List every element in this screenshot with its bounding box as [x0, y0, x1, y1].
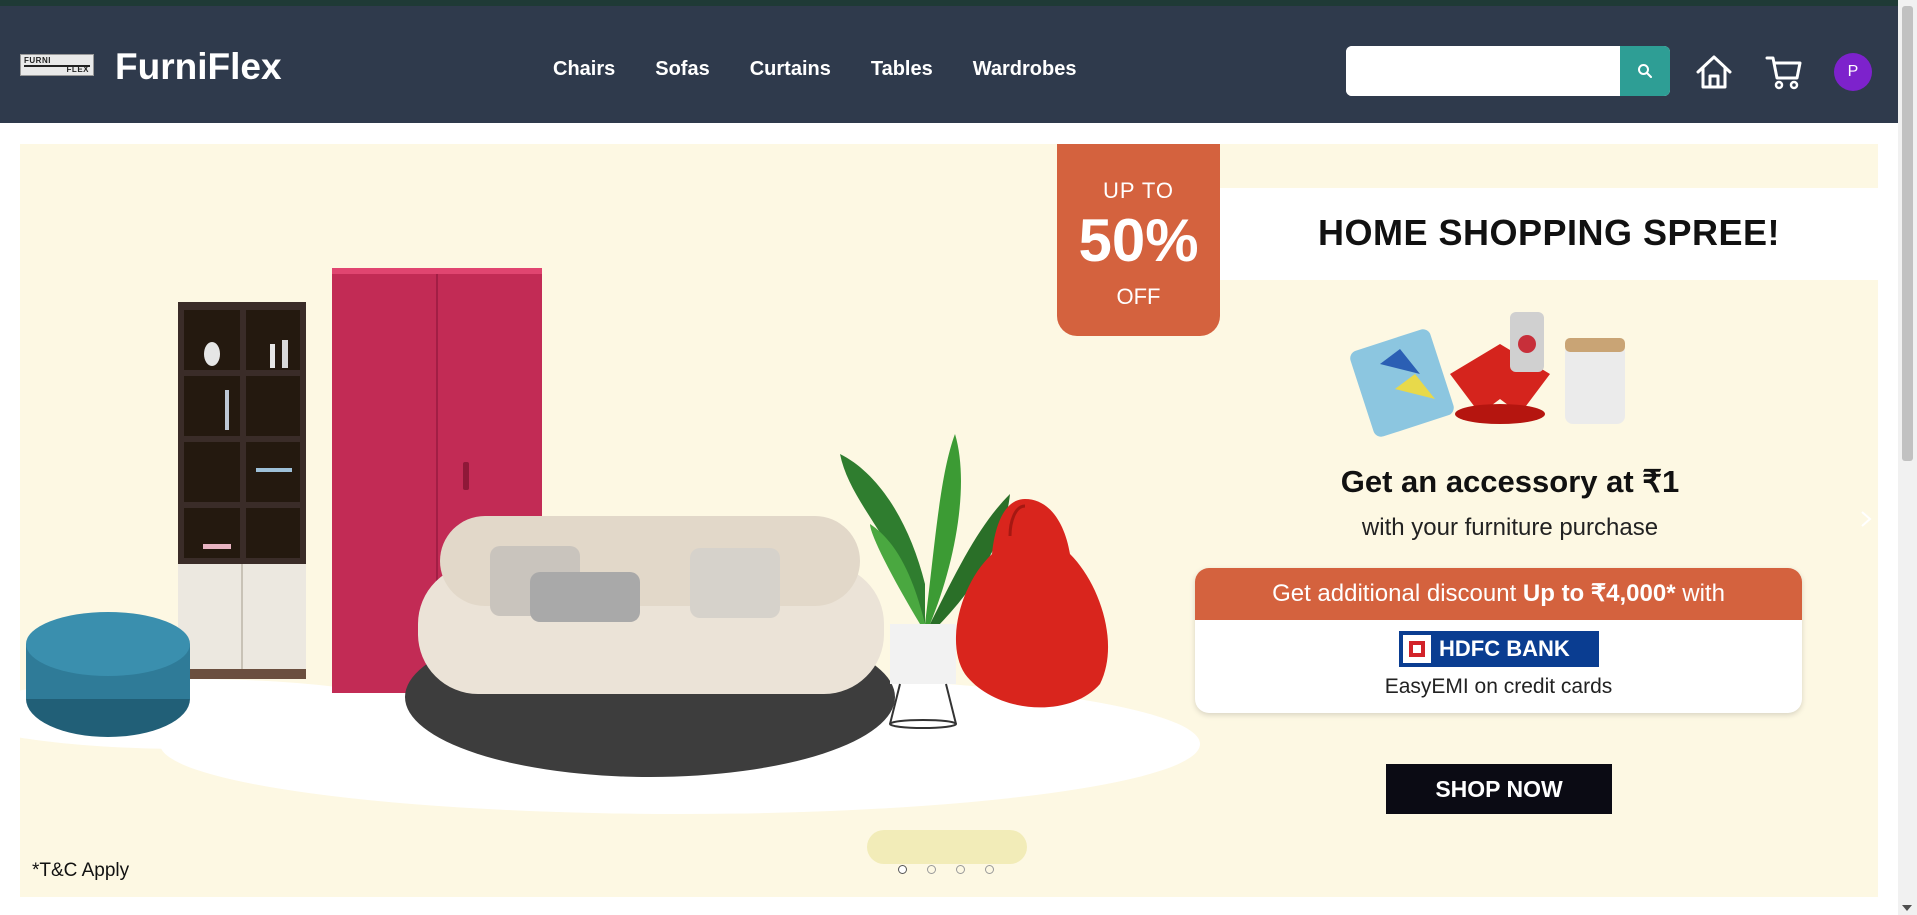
carousel-dot-2[interactable] [927, 865, 936, 874]
logo[interactable]: FURNI FLEX [20, 54, 94, 76]
carousel-dot-1[interactable] [898, 865, 907, 874]
accessory-title: Get an accessory at ₹1 [1340, 464, 1680, 499]
offer-prefix: Get additional discount [1272, 580, 1523, 607]
beanbag-illustration [955, 499, 1109, 708]
search-box [1346, 46, 1670, 96]
carousel-next-button[interactable] [1856, 504, 1876, 534]
promo-banner[interactable]: UP TO 50% OFF HOME SHOPPING SPREE! Get a… [20, 144, 1878, 897]
chevron-right-icon [1861, 511, 1872, 527]
brand-name[interactable]: FurniFlex [115, 46, 282, 88]
accessories-illustration [1350, 312, 1625, 437]
scrollbar-thumb[interactable] [1902, 6, 1913, 461]
terms-note: *T&C Apply [32, 860, 130, 881]
badge-off: OFF [1116, 284, 1161, 309]
nav-link-wardrobes[interactable]: Wardrobes [973, 58, 1077, 81]
home-button[interactable] [1694, 52, 1734, 92]
cart-button[interactable] [1764, 52, 1804, 92]
search-icon [1638, 64, 1652, 78]
page-scrollbar[interactable] [1898, 0, 1917, 915]
offer-suffix: with [1675, 580, 1725, 607]
banner-headline: HOME SHOPPING SPREE! [1317, 212, 1781, 253]
carousel-pill [867, 830, 1027, 864]
nav-link-curtains[interactable]: Curtains [750, 58, 831, 81]
carousel-dot-3[interactable] [956, 865, 965, 874]
navbar: FURNI FLEX FurniFlex Chairs Sofas Curtai… [0, 6, 1898, 123]
nav-link-tables[interactable]: Tables [871, 58, 933, 81]
badge-percent: 50% [1078, 207, 1199, 274]
bookshelf-illustration [178, 302, 306, 679]
furniture-illustration [20, 268, 1200, 814]
logo-text-bottom: FLEX [66, 65, 89, 74]
carousel-dot-4[interactable] [985, 865, 994, 874]
avatar[interactable]: P [1834, 53, 1872, 91]
search-button[interactable] [1620, 46, 1670, 96]
emi-text: EasyEMI on credit cards [1384, 675, 1613, 698]
sofa-illustration [405, 516, 895, 777]
home-icon [1696, 55, 1732, 89]
category-nav: Chairs Sofas Curtains Tables Wardrobes [553, 58, 1116, 81]
nav-link-sofas[interactable]: Sofas [655, 58, 709, 81]
scroll-down-arrow-icon[interactable] [1902, 905, 1912, 911]
badge-upto: UP TO [1102, 178, 1175, 203]
search-input[interactable] [1346, 46, 1620, 96]
shop-now-button[interactable]: SHOP NOW [1386, 764, 1612, 814]
cart-icon [1765, 56, 1802, 90]
bank-logo: HDFC BANK [1399, 631, 1599, 667]
bank-offer-card: Get additional discount Up to ₹4,000* wi… [1195, 568, 1802, 713]
nav-link-chairs[interactable]: Chairs [553, 58, 615, 81]
bank-name: HDFC BANK [1439, 636, 1570, 661]
discount-badge: UP TO 50% OFF [1057, 144, 1220, 336]
offer-amount: Up to ₹4,000* [1522, 580, 1676, 607]
accessory-subtitle: with your furniture purchase [1361, 514, 1659, 541]
logo-text-top: FURNI [24, 56, 51, 65]
pouf-illustration [26, 612, 190, 737]
carousel-dots [898, 865, 1014, 874]
hdfc-logo-icon [1403, 635, 1431, 663]
offer-header: Get additional discount Up to ₹4,000* wi… [1195, 568, 1802, 620]
